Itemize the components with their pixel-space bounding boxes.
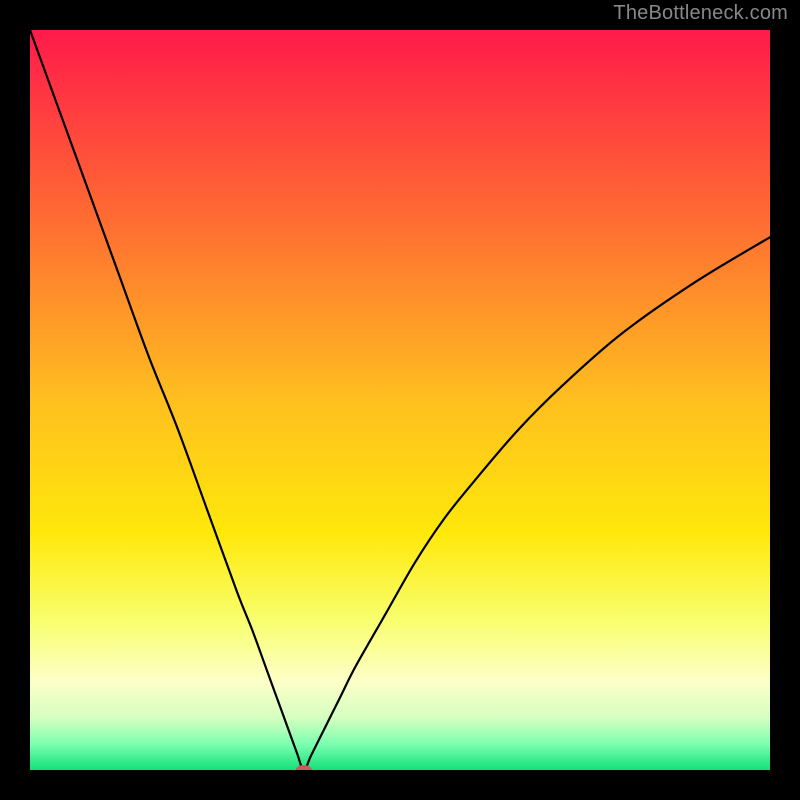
watermark-text: TheBottleneck.com: [613, 2, 788, 25]
gradient-background: [30, 30, 770, 770]
plot-area: [30, 30, 770, 770]
bottleneck-curve-chart: [30, 30, 770, 770]
chart-frame: TheBottleneck.com: [0, 0, 800, 800]
